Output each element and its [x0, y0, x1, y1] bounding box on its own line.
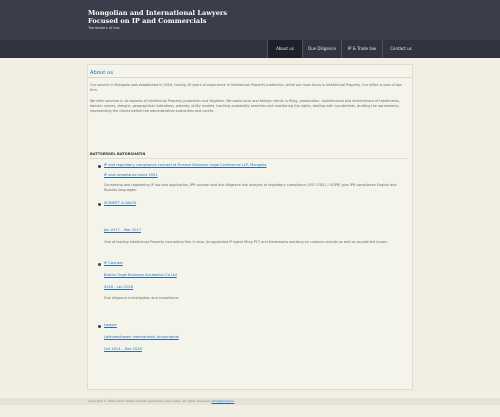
main-nav: About us Due Diligence IP & Trade law Co…: [267, 40, 419, 58]
nav-contact-us[interactable]: Contact us: [382, 40, 419, 58]
entry-1-description: Counseling and registering IP law and ap…: [104, 183, 397, 192]
entry-3-title-link[interactable]: IP Counsel: [104, 261, 123, 265]
nav-ip-trade-law[interactable]: IP & Trade law: [341, 40, 382, 58]
site-title-line2: Focused on IP and Commercials: [88, 17, 207, 25]
entry-3-description: Due diligence investigation and complian…: [104, 296, 180, 300]
site-header: [0, 0, 500, 40]
navbar: [0, 40, 500, 58]
section-title: BATTSERGEL BATORSHATIN: [90, 152, 146, 156]
bullet-icon: [98, 263, 101, 266]
site-title-line1: Mongolian and International Lawyers: [88, 9, 228, 17]
section-divider: [90, 158, 408, 159]
entry-3-org-link[interactable]: Batrim Orgel Business Incubation Co Ltd: [104, 273, 177, 277]
page-title: About us: [88, 69, 412, 78]
entry-2-description: One of leading Intellectual Property cou…: [104, 240, 388, 244]
site-tagline: Translators of law: [88, 26, 120, 30]
intro-paragraph: Our service in Mongolia was established …: [90, 83, 402, 92]
footer-email-link[interactable]: info@ipmgl.mn: [212, 399, 235, 403]
entry-4-title-link[interactable]: Lawyer: [104, 323, 117, 327]
entry-2-period-link[interactable]: Jan 2017 – Mar 2017: [104, 228, 141, 232]
brand: Mongolian and International Lawyers Focu…: [88, 9, 227, 31]
bullet-icon: [98, 325, 101, 328]
entry-2-title-link[interactable]: SCHMITT & DALTA: [104, 201, 136, 205]
bullet-icon: [98, 165, 101, 168]
bullet-icon: [98, 203, 101, 206]
nav-about-us[interactable]: About us: [267, 40, 302, 58]
entry-3-period-link[interactable]: 2016 – Jan 2018: [104, 285, 133, 289]
services-paragraph: We offer services in all aspects of Inte…: [90, 99, 401, 113]
entry-4-org-link[interactable]: Lakhamdhasen International Accountants: [104, 335, 179, 339]
entry-4-period-link[interactable]: Oct 2014 – Dec 2016: [104, 347, 142, 351]
footer-text: Copyright © 2004-2020 Intellectual Mongo…: [88, 398, 234, 405]
entry-1-title-link[interactable]: IP and regulatory compliance counsel at …: [104, 163, 267, 167]
site-footer: Copyright © 2004-2020 Intellectual Mongo…: [0, 398, 500, 405]
nav-due-diligence[interactable]: Due Diligence: [302, 40, 341, 58]
entry-1-period-link[interactable]: IP and compliance since 2001: [104, 173, 158, 177]
main-content: About us Our service in Mongolia was est…: [87, 64, 413, 390]
copyright-text: Copyright © 2004-2020 Intellectual Mongo…: [88, 399, 211, 403]
